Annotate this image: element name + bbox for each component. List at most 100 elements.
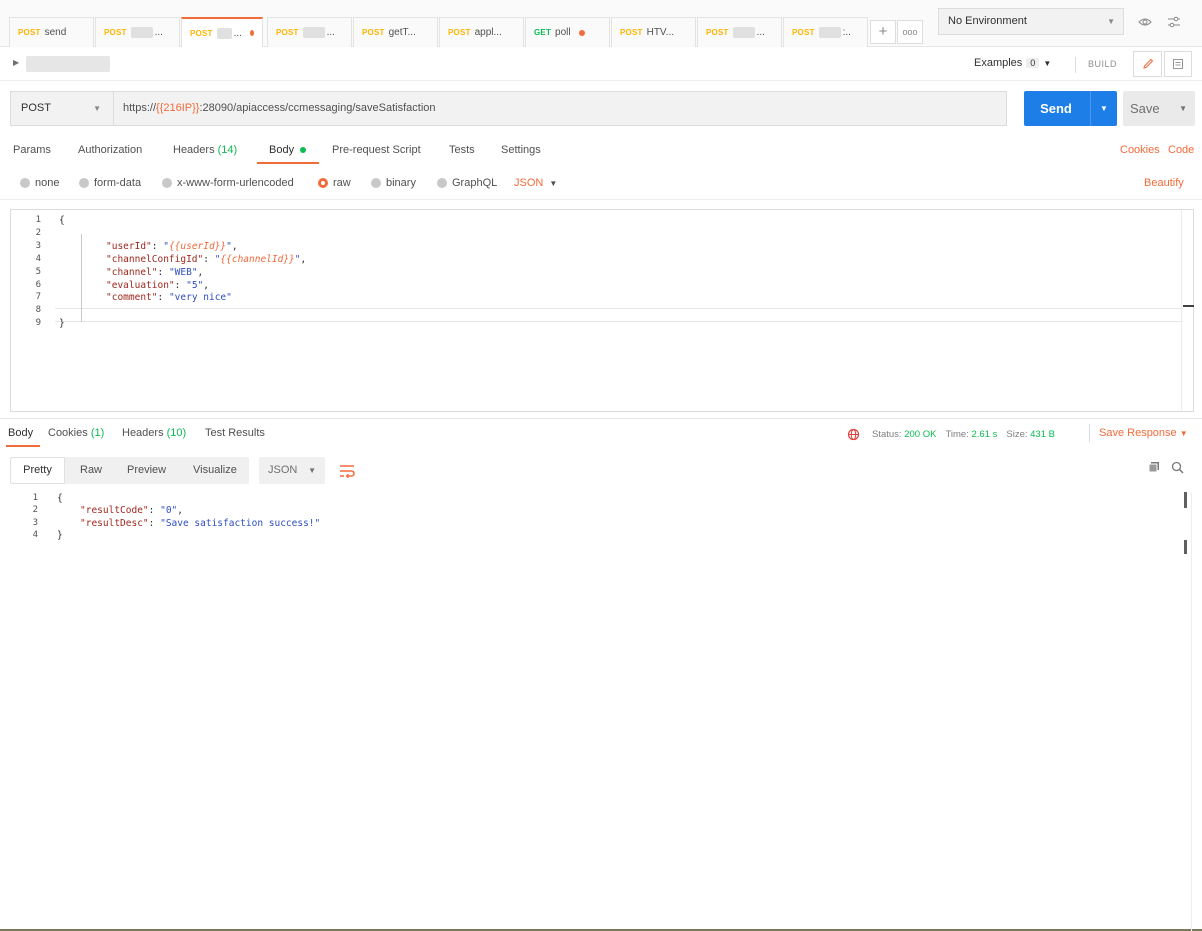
body-type-binary[interactable]: binary: [371, 177, 416, 189]
url-input[interactable]: https://{{216IP}}:28090/apiaccess/ccmess…: [123, 92, 436, 125]
tab-authorization[interactable]: Authorization: [78, 144, 142, 156]
edit-button[interactable]: [1133, 51, 1162, 77]
chevron-down-icon[interactable]: ▼: [1091, 91, 1117, 126]
sliders-icon: [1168, 16, 1180, 27]
body-type-graphql[interactable]: GraphQL: [437, 177, 497, 189]
tab-prerequest-script[interactable]: Pre-request Script: [332, 144, 421, 156]
response-status-bar: Status: 200 OK Time: 2.61 s Size: 431 B: [847, 428, 1055, 441]
request-tab[interactable]: POST send: [9, 17, 94, 47]
body-type-none[interactable]: none: [20, 177, 59, 189]
view-visualize[interactable]: Visualize: [193, 464, 237, 476]
line-number: 3: [32, 517, 38, 528]
build-mode-label[interactable]: BUILD: [1088, 59, 1117, 69]
tab-params[interactable]: Params: [13, 144, 51, 156]
response-format-select[interactable]: JSON ▼: [259, 457, 325, 484]
json-colon: :: [157, 266, 169, 278]
environment-select[interactable]: No Environment ▼: [938, 8, 1124, 35]
tab-name: getT...: [388, 27, 416, 38]
tab-name-redacted: [732, 27, 755, 38]
line-number: 9: [35, 318, 41, 329]
request-tab[interactable]: POST...: [95, 17, 180, 47]
response-body-viewer[interactable]: 1234 {"resultCode": "0", "resultDesc": "S…: [0, 490, 1180, 590]
active-tab-underline: [6, 445, 40, 447]
search-icon: [1171, 461, 1184, 474]
manage-environments-button[interactable]: [1160, 8, 1188, 35]
request-tab[interactable]: POST...: [697, 17, 782, 47]
new-tab-button[interactable]: +: [870, 20, 896, 44]
chevron-down-icon: ▼: [549, 179, 558, 188]
request-tab[interactable]: GET poll: [525, 17, 610, 47]
response-tab-body[interactable]: Body: [8, 427, 33, 439]
tab-tests[interactable]: Tests: [449, 144, 475, 156]
comments-button[interactable]: [1164, 51, 1192, 77]
divider: [0, 418, 1202, 419]
json-line: "comment": "very nice": [106, 292, 232, 303]
request-tab[interactable]: POST:..: [783, 17, 868, 47]
json-brace: {: [57, 493, 63, 504]
tab-name-redacted: [302, 27, 325, 38]
body-type-raw[interactable]: raw: [318, 177, 351, 189]
json-comma: ,: [177, 505, 183, 517]
request-tab[interactable]: POST getT...: [353, 17, 438, 47]
method-label: POST: [21, 102, 51, 114]
globe-icon[interactable]: [847, 428, 860, 441]
save-button[interactable]: Save ▼: [1123, 91, 1195, 126]
tab-headers-label: Headers: [173, 144, 215, 156]
examples-dropdown[interactable]: Examples 0 ▼: [974, 57, 1051, 69]
view-preview[interactable]: Preview: [127, 464, 166, 476]
url-suffix: :28090/apiaccess/ccmessaging/saveSatisfa…: [199, 102, 436, 114]
copy-icon: [1148, 462, 1159, 473]
json-key: "resultCode": [80, 505, 149, 517]
code-link[interactable]: Code: [1168, 144, 1194, 156]
radio-icon: [162, 178, 172, 188]
view-pretty[interactable]: Pretty: [10, 457, 65, 484]
body-type-urlencoded[interactable]: x-www-form-urlencoded: [162, 177, 294, 189]
response-scrollbar[interactable]: [1191, 492, 1192, 931]
tab-settings[interactable]: Settings: [501, 144, 541, 156]
body-type-form-data[interactable]: form-data: [79, 177, 141, 189]
request-tab[interactable]: POST...: [267, 17, 352, 47]
request-tab[interactable]: POST appl...: [439, 17, 524, 47]
body-format-label: JSON: [514, 177, 544, 189]
body-type-graphql-label: GraphQL: [452, 177, 498, 189]
radio-icon: [371, 178, 381, 188]
request-tab[interactable]: POST...: [181, 17, 263, 47]
divider: [1075, 57, 1076, 73]
response-tab-headers[interactable]: Headers (10): [122, 427, 186, 439]
view-raw[interactable]: Raw: [80, 464, 102, 476]
json-line: "resultDesc": "Save satisfaction success…: [80, 518, 320, 529]
search-response-button[interactable]: [1167, 457, 1187, 477]
wrap-lines-icon: [339, 464, 355, 478]
request-body-editor[interactable]: 123456789 {"userId": "{{userId}}", "chann…: [10, 209, 1194, 412]
editor-scrollbar[interactable]: [1181, 210, 1182, 411]
response-tab-cookies-label: Cookies: [48, 427, 88, 439]
line-number: 2: [32, 505, 38, 516]
more-tabs-button[interactable]: ooo: [897, 20, 923, 44]
environment-quicklook-button[interactable]: [1131, 8, 1159, 35]
request-name-redacted[interactable]: [26, 56, 110, 72]
chevron-down-icon: ▼: [308, 466, 316, 475]
wrap-lines-button[interactable]: [333, 457, 360, 484]
response-tab-headers-count: (10): [166, 427, 187, 439]
response-tab-test-results[interactable]: Test Results: [205, 427, 265, 439]
response-tab-cookies[interactable]: Cookies (1): [48, 427, 104, 439]
method-select[interactable]: POST ▼: [11, 92, 114, 125]
tab-method: POST: [448, 28, 471, 37]
json-colon: :: [203, 253, 215, 265]
chevron-down-icon[interactable]: ▼: [1179, 91, 1187, 126]
tab-headers[interactable]: Headers (14): [173, 144, 237, 156]
tab-body[interactable]: Body: [269, 144, 307, 156]
line-number: 1: [32, 493, 38, 503]
request-tab[interactable]: POST HTV...: [611, 17, 696, 47]
beautify-link[interactable]: Beautify: [1144, 177, 1184, 189]
chevron-down-icon: ▼: [93, 104, 101, 113]
json-key: "userId": [106, 240, 152, 252]
copy-response-button[interactable]: [1145, 457, 1163, 477]
body-format-select[interactable]: JSON ▼: [514, 177, 557, 189]
save-response-button[interactable]: Save Response ▼: [1099, 427, 1188, 439]
caret-right-icon[interactable]: ▶: [13, 58, 19, 67]
cookies-link[interactable]: Cookies: [1120, 144, 1160, 156]
json-line: "channelConfigId": "{{channelId}}",: [106, 254, 306, 265]
radio-selected-icon: [318, 178, 328, 188]
send-button[interactable]: Send ▼: [1024, 91, 1117, 126]
